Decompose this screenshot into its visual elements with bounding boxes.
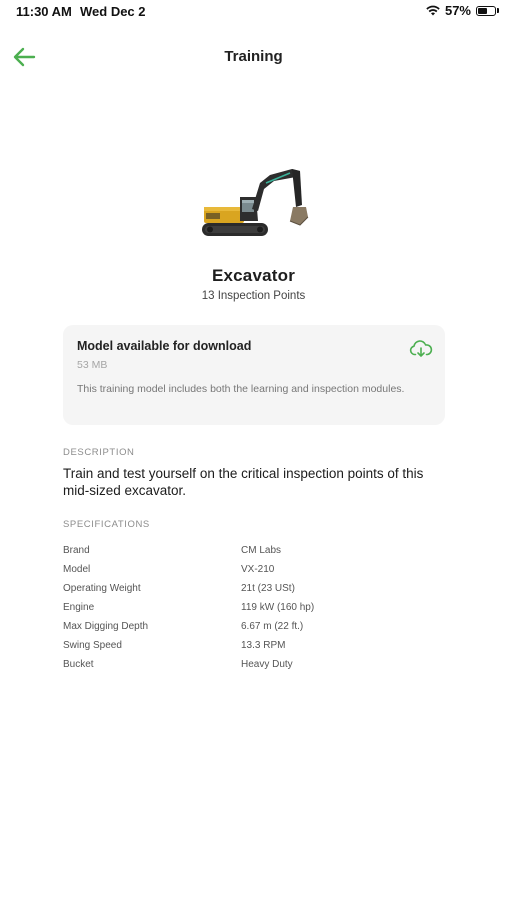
cloud-download-icon bbox=[409, 340, 433, 357]
download-card-title: Model available for download bbox=[77, 339, 252, 353]
spec-value: 13.3 RPM bbox=[241, 640, 286, 651]
spec-key: Bucket bbox=[63, 659, 94, 670]
excavator-image bbox=[202, 169, 309, 236]
spec-row-brand: Brand CM Labs bbox=[63, 543, 443, 562]
download-size: 53 MB bbox=[77, 359, 108, 371]
download-button[interactable] bbox=[409, 339, 433, 359]
spec-row-engine: Engine 119 kW (160 hp) bbox=[63, 600, 443, 619]
download-card: Model available for download 53 MB This … bbox=[63, 325, 445, 425]
spec-value: CM Labs bbox=[241, 545, 282, 556]
spec-value: 21t (23 USt) bbox=[241, 583, 295, 594]
spec-key: Operating Weight bbox=[63, 583, 141, 594]
battery-icon bbox=[476, 5, 496, 16]
spec-value: 6.67 m (22 ft.) bbox=[241, 621, 304, 632]
spec-value: 119 kW (160 hp) bbox=[241, 602, 315, 613]
battery-percent: 57% bbox=[444, 3, 471, 18]
battery-fill bbox=[478, 7, 487, 14]
status-date: Wed Dec 2 bbox=[80, 4, 146, 19]
status-indicators: 57% bbox=[426, 3, 499, 18]
inspection-count: 13 Inspection Points bbox=[201, 290, 306, 302]
wifi-icon bbox=[426, 5, 440, 16]
specifications-heading: SPECIFICATIONS bbox=[63, 519, 150, 530]
status-bar: 11:30 AM Wed Dec 2 57% bbox=[0, 0, 507, 22]
spec-key: Brand bbox=[63, 545, 90, 556]
page-title: Training bbox=[224, 48, 283, 65]
download-description: This training model includes both the le… bbox=[77, 383, 405, 395]
battery-tip bbox=[497, 8, 499, 13]
spec-key: Engine bbox=[63, 602, 95, 613]
spec-key: Model bbox=[63, 564, 91, 575]
spec-row-model: Model VX-210 bbox=[63, 562, 443, 581]
spec-key: Max Digging Depth bbox=[63, 621, 149, 632]
spec-row-swing-speed: Swing Speed 13.3 RPM bbox=[63, 638, 443, 657]
nav-bar: Training bbox=[0, 38, 507, 76]
spec-row-operating-weight: Operating Weight 21t (23 USt) bbox=[63, 581, 443, 600]
description-text: Train and test yourself on the critical … bbox=[63, 466, 424, 498]
status-time: 11:30 AM bbox=[16, 4, 72, 19]
description-heading: DESCRIPTION bbox=[63, 447, 135, 458]
spec-value: VX-210 bbox=[241, 564, 275, 575]
model-name: Excavator bbox=[211, 266, 296, 285]
specifications-table: Brand CM Labs Model VX-210 Operating Wei… bbox=[63, 543, 443, 676]
spec-value: Heavy Duty bbox=[241, 659, 293, 670]
spec-key: Swing Speed bbox=[63, 640, 122, 651]
spec-row-bucket: Bucket Heavy Duty bbox=[63, 657, 443, 676]
spec-row-max-digging-depth: Max Digging Depth 6.67 m (22 ft.) bbox=[63, 619, 443, 638]
